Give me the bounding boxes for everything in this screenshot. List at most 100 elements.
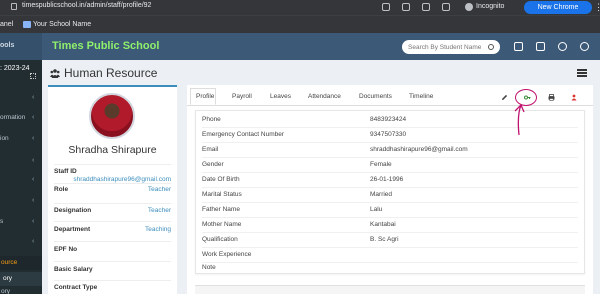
profile-row-label: Basic Salary	[54, 266, 93, 273]
tab-attendance[interactable]: Attendance	[308, 93, 341, 100]
whatsapp-icon[interactable]	[558, 42, 567, 51]
detail-label: Father Name	[202, 206, 240, 213]
chevron-left-icon: ‹	[32, 94, 35, 101]
detail-value: 26-01-1996	[370, 176, 404, 183]
detail-row: Date Of Birth 26-01-1996	[202, 173, 578, 188]
session-label[interactable]: : 2023-24	[0, 65, 30, 72]
app-header: ools Times Public School	[0, 33, 600, 60]
sidebar-active-label: ource	[1, 259, 18, 266]
bookmark-favicon-icon	[23, 21, 31, 28]
profile-row: Designation Teacher	[54, 203, 171, 223]
sidepanel-icon[interactable]	[442, 3, 450, 11]
users-icon	[50, 69, 60, 78]
chevron-left-icon: ‹	[32, 218, 35, 225]
detail-label: Work Experience	[202, 251, 252, 258]
chevron-left-icon: ‹	[32, 238, 35, 245]
bookmark-star-icon[interactable]	[422, 3, 430, 11]
staff-name: Shradha Shirapure	[68, 144, 157, 156]
detail-label: Marital Status	[202, 191, 242, 198]
profile-row-value: Teacher	[147, 186, 171, 193]
tab-documents[interactable]: Documents	[359, 93, 392, 100]
tab-leaves[interactable]: Leaves	[270, 93, 291, 100]
browser-menu-icon[interactable]: ⋮	[594, 2, 600, 13]
detail-value: 8483923424	[370, 116, 407, 123]
detail-label: Email	[202, 146, 219, 153]
chevron-left-icon: ‹	[32, 197, 35, 204]
profile-row: Basic Salary	[54, 261, 171, 281]
detail-label: Qualification	[202, 236, 238, 243]
staff-id-label: Staff ID	[54, 168, 77, 175]
tab-payroll[interactable]: Payroll	[232, 93, 252, 100]
detail-value: Female	[370, 161, 392, 168]
sidebar-item[interactable]: ion	[0, 135, 9, 142]
detail-row: Email shraddhashirapure96@gmail.com	[202, 143, 578, 158]
menu-toggle-icon[interactable]	[577, 69, 587, 77]
tab-timeline[interactable]: Timeline	[409, 93, 433, 100]
bookmarks-bar: anel Your School Name	[0, 15, 600, 33]
incognito-label[interactable]: Incognito	[476, 3, 504, 10]
update-chrome-button[interactable]: New Chrome available	[524, 1, 592, 24]
school-title: Times Public School	[52, 40, 160, 52]
printer-icon[interactable]	[548, 94, 555, 101]
detail-label: Emergency Contact Number	[202, 131, 285, 138]
url-text[interactable]: timespublicschool.in/admin/staff/profile…	[22, 2, 151, 9]
brand-logo-area[interactable]: ools	[0, 33, 42, 60]
profile-row-value: Teacher	[147, 207, 171, 214]
sidebar-subitem-label: ory	[3, 275, 13, 282]
sidebar-item[interactable]: ormation	[0, 114, 25, 121]
sidebar-subitem[interactable]: ory	[1, 288, 10, 294]
profile-row: Contract Type	[54, 280, 171, 294]
search-input[interactable]	[408, 42, 484, 52]
student-search	[402, 40, 500, 54]
bookmark-item[interactable]: anel	[0, 21, 13, 28]
pencil-icon[interactable]	[501, 94, 508, 101]
detail-row: Marital Status Married	[202, 188, 578, 203]
settings-icon[interactable]	[580, 42, 589, 51]
profile-row-label: EPF No	[54, 246, 78, 253]
detail-label: Gender	[202, 161, 224, 168]
detail-row: Mother Name Kantabai	[202, 218, 578, 233]
calendar-icon[interactable]	[514, 42, 523, 51]
address-bar[interactable]: timespublicschool.in/admin/staff/profile…	[0, 0, 600, 24]
browser-chrome: timespublicschool.in/admin/staff/profile…	[0, 0, 600, 33]
detail-value: Lalu	[370, 206, 383, 213]
detail-row: Qualification B. Sc Agri	[202, 233, 578, 248]
detail-row: Note	[202, 263, 578, 274]
search-icon[interactable]	[488, 44, 494, 50]
detail-row: Gender Female	[202, 158, 578, 173]
incognito-icon	[465, 3, 473, 11]
lock-icon	[11, 3, 17, 10]
install-app-icon[interactable]	[382, 3, 390, 11]
staff-id-value: shraddhashirapure96@gmail.com	[73, 176, 171, 183]
detail-value: B. Sc Agri	[370, 236, 399, 243]
profile-row-label: Department	[54, 226, 91, 233]
detail-value: shraddhashirapure96@gmail.com	[370, 146, 468, 153]
detail-label: Phone	[202, 116, 221, 123]
bookmark-item[interactable]: Your School Name	[33, 21, 91, 28]
profile-row: Role Teacher	[54, 183, 171, 203]
address-section	[195, 285, 585, 294]
sidebar-item[interactable]: s	[0, 218, 3, 225]
profile-row: EPF No	[54, 241, 171, 261]
detail-label: Mother Name	[202, 221, 242, 228]
grid-icon[interactable]	[30, 73, 36, 79]
sidebar-item-human-resource[interactable]: ource	[0, 256, 42, 270]
tab-profile[interactable]: Profile	[196, 93, 214, 100]
detail-value: Married	[370, 191, 393, 198]
detail-row: Work Experience	[202, 248, 578, 263]
user-disable-icon[interactable]	[571, 94, 578, 101]
profile-card: Shradha Shirapure Staff ID shraddhashira…	[48, 85, 177, 294]
profile-row-label: Contract Type	[54, 284, 98, 291]
avatar	[89, 93, 135, 139]
chevron-left-icon: ‹	[32, 176, 35, 183]
translate-icon[interactable]	[402, 3, 410, 11]
chevron-left-icon: ‹	[32, 157, 35, 164]
chevron-left-icon: ‹	[32, 114, 35, 121]
detail-row: Father Name Lalu	[202, 203, 578, 218]
sidebar-subitem-staff-directory[interactable]: ory	[0, 272, 42, 286]
annotation-arrow	[514, 103, 525, 136]
detail-label: Note	[202, 264, 216, 271]
brand-logo-text: ools	[0, 42, 15, 49]
checkbox-icon[interactable]	[536, 42, 545, 51]
profile-row: Department Teaching	[54, 221, 171, 241]
